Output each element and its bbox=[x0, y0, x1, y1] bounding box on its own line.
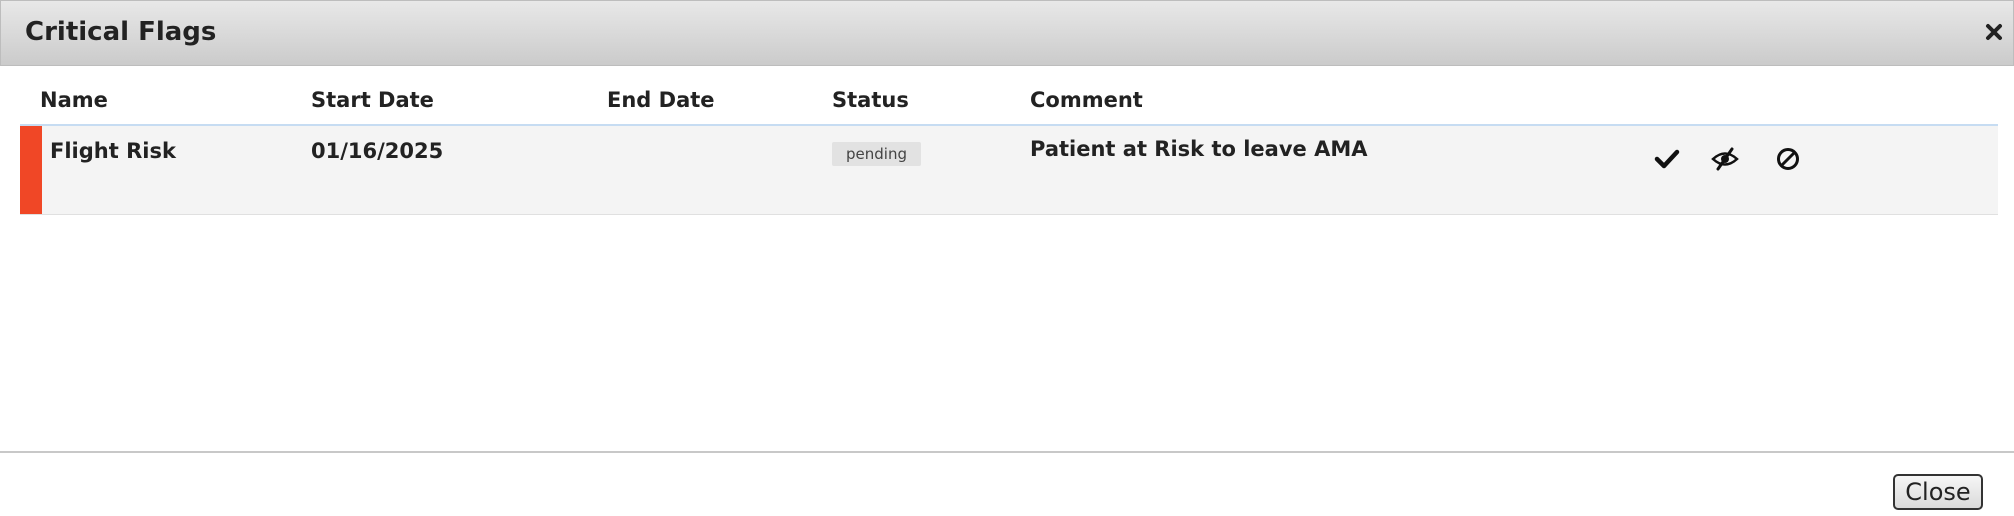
status-badge: pending bbox=[832, 142, 921, 166]
flag-start-date: 01/16/2025 bbox=[311, 139, 444, 163]
critical-flags-dialog: Critical Flags Name Start Date End Date … bbox=[0, 0, 2014, 516]
table-header-row: Name Start Date End Date Status Comment bbox=[20, 80, 1998, 126]
header-start-date[interactable]: Start Date bbox=[311, 88, 434, 112]
flag-comment: Patient at Risk to leave AMA bbox=[1030, 137, 1368, 161]
close-x-icon[interactable] bbox=[1981, 19, 2007, 45]
table-row[interactable]: Flight Risk 01/16/2025 pending Patient a… bbox=[20, 126, 1998, 215]
dialog-title: Critical Flags bbox=[25, 17, 217, 47]
header-status[interactable]: Status bbox=[832, 88, 909, 112]
flags-table: Name Start Date End Date Status Comment … bbox=[20, 80, 1998, 215]
prohibit-icon[interactable] bbox=[1773, 144, 1803, 174]
footer-divider bbox=[0, 451, 2014, 453]
header-end-date[interactable]: End Date bbox=[607, 88, 715, 112]
flag-name: Flight Risk bbox=[50, 139, 176, 163]
close-button[interactable]: Close bbox=[1893, 474, 1983, 510]
severity-indicator bbox=[20, 126, 42, 214]
header-name[interactable]: Name bbox=[40, 88, 108, 112]
checkmark-icon[interactable] bbox=[1652, 144, 1682, 174]
dialog-titlebar: Critical Flags bbox=[0, 0, 2014, 66]
eye-slash-icon[interactable] bbox=[1710, 144, 1740, 174]
header-comment[interactable]: Comment bbox=[1030, 88, 1143, 112]
